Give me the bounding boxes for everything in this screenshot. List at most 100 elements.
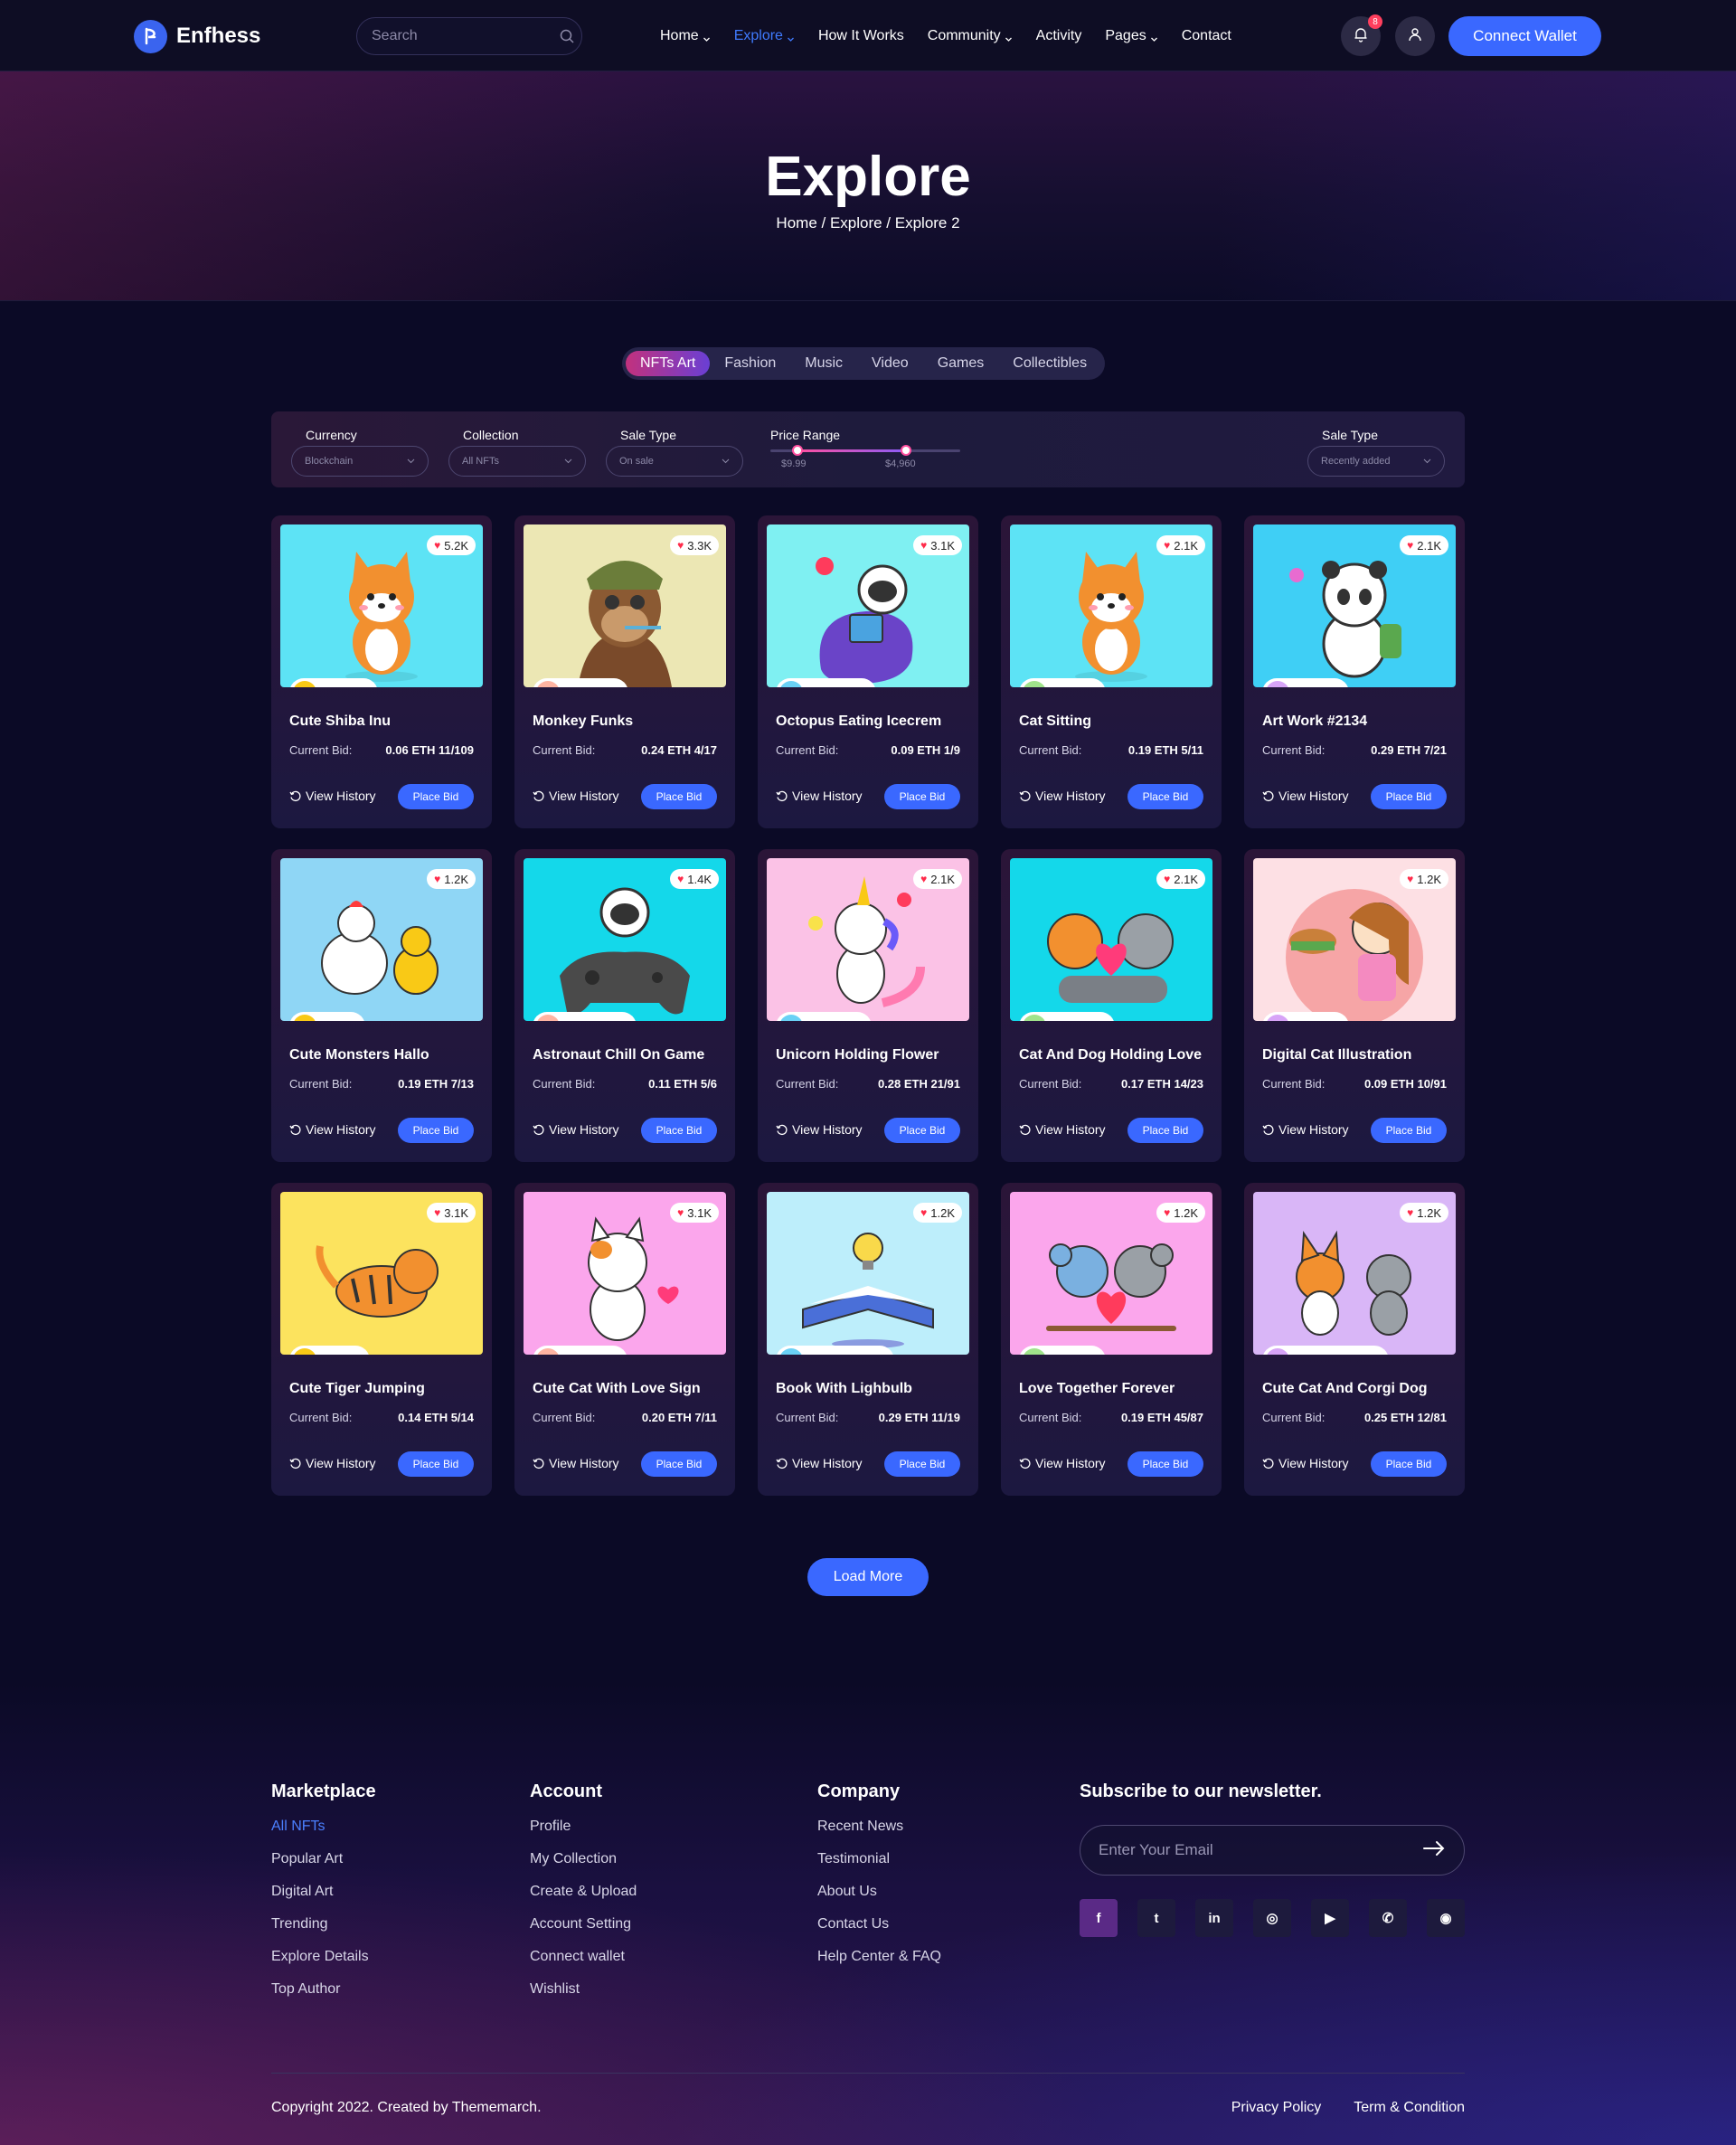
like-badge[interactable]: ♥ 2.1K (913, 869, 962, 889)
footer-link[interactable]: About Us (817, 1884, 941, 1900)
footer-link[interactable]: Popular Art (271, 1851, 376, 1867)
notification-button[interactable]: 8 (1341, 14, 1382, 56)
nft-image[interactable]: ♥1.4K john powell (524, 858, 726, 1021)
price-range-min-handle[interactable] (792, 445, 803, 456)
footer-link[interactable]: Connect wallet (530, 1949, 637, 1965)
tab-games[interactable]: Games (923, 351, 999, 376)
currency-select[interactable]: Blockchain (291, 446, 429, 477)
place-bid-button[interactable]: Place Bid (1371, 1118, 1447, 1143)
nft-title[interactable]: Book With Lighbulb (776, 1381, 912, 1397)
place-bid-button[interactable]: Place Bid (641, 784, 717, 809)
sort-select[interactable]: Recently added (1307, 446, 1445, 477)
footer-link[interactable]: Create & Upload (530, 1884, 637, 1900)
like-badge[interactable]: ♥ 3.1K (913, 535, 962, 555)
owner-chip[interactable]: robert (289, 1012, 365, 1021)
like-badge[interactable]: ♥ 1.2K (913, 1203, 962, 1223)
nft-image[interactable]: ♥1.2K robert (280, 858, 483, 1021)
nft-title[interactable]: Digital Cat Illustration (1262, 1047, 1411, 1063)
place-bid-button[interactable]: Place Bid (398, 1118, 474, 1143)
whatsapp-icon[interactable]: ✆ (1369, 1899, 1407, 1937)
nft-image[interactable]: ♥5.2K gallant j. (280, 524, 483, 687)
footer-link[interactable]: Profile (530, 1819, 637, 1835)
menu-item-explore[interactable]: Explore (734, 28, 795, 44)
footer-link[interactable]: Account Setting (530, 1916, 637, 1932)
view-history-link[interactable]: View History (1019, 1122, 1106, 1137)
privacy-policy-link[interactable]: Privacy Policy (1231, 2100, 1322, 2116)
nft-title[interactable]: Art Work #2134 (1262, 713, 1367, 730)
nft-image[interactable]: ♥1.2K edward prisco (767, 1192, 969, 1355)
menu-item-home[interactable]: Home (660, 28, 711, 44)
place-bid-button[interactable]: Place Bid (884, 784, 960, 809)
nft-image[interactable]: ♥1.2K austin r. (1253, 858, 1456, 1021)
like-badge[interactable]: ♥ 1.2K (1400, 1203, 1448, 1223)
profile-button[interactable] (1395, 16, 1435, 56)
footer-link[interactable]: Explore Details (271, 1949, 376, 1965)
linkedin-icon[interactable]: in (1195, 1899, 1233, 1937)
view-history-link[interactable]: View History (776, 789, 863, 803)
nft-title[interactable]: Cat And Dog Holding Love (1019, 1047, 1202, 1063)
footer-link[interactable]: Wishlist (530, 1981, 637, 1998)
tab-nfts-art[interactable]: NFTs Art (626, 351, 711, 376)
place-bid-button[interactable]: Place Bid (1127, 1451, 1203, 1477)
price-range-max-handle[interactable] (901, 445, 911, 456)
view-history-link[interactable]: View History (1019, 1456, 1106, 1470)
nft-title[interactable]: Love Together Forever (1019, 1381, 1175, 1397)
tab-video[interactable]: Video (857, 351, 923, 376)
owner-chip[interactable]: john powell (533, 1012, 637, 1021)
like-badge[interactable]: ♥ 2.1K (1156, 535, 1205, 555)
owner-chip[interactable]: debit alex (1019, 1012, 1115, 1021)
owner-chip[interactable]: mark j. (289, 1346, 370, 1355)
price-range-slider[interactable] (770, 445, 960, 456)
like-badge[interactable]: ♥ 2.1K (1156, 869, 1205, 889)
place-bid-button[interactable]: Place Bid (1127, 1118, 1203, 1143)
brand-logo[interactable]: Enfhess (134, 19, 260, 53)
nft-title[interactable]: Unicorn Holding Flower (776, 1047, 939, 1063)
search-icon[interactable] (559, 28, 575, 44)
sale-type-select[interactable]: On sale (606, 446, 743, 477)
view-history-link[interactable]: View History (533, 1456, 619, 1470)
nft-image[interactable]: ♥3.1K michael l. (524, 1192, 726, 1355)
nft-title[interactable]: Cute Cat With Love Sign (533, 1381, 701, 1397)
place-bid-button[interactable]: Place Bid (398, 1451, 474, 1477)
connect-wallet-button[interactable]: Connect Wallet (1448, 16, 1601, 56)
nft-image[interactable]: ♥3.1K robert alex (767, 524, 969, 687)
place-bid-button[interactable]: Place Bid (641, 1451, 717, 1477)
view-history-link[interactable]: View History (776, 1456, 863, 1470)
place-bid-button[interactable]: Place Bid (398, 784, 474, 809)
twitter-icon[interactable]: t (1137, 1899, 1175, 1937)
view-history-link[interactable]: View History (533, 789, 619, 803)
like-badge[interactable]: ♥ 1.4K (670, 869, 719, 889)
menu-item-contact[interactable]: Contact (1182, 28, 1231, 44)
newsletter-email-input[interactable] (1099, 1841, 1422, 1859)
collection-select[interactable]: All NFTs (448, 446, 586, 477)
menu-item-how-it-works[interactable]: How It Works (818, 28, 904, 44)
nft-title[interactable]: Monkey Funks (533, 713, 633, 730)
view-history-link[interactable]: View History (289, 789, 376, 803)
view-history-link[interactable]: View History (289, 1456, 376, 1470)
owner-chip[interactable]: debit alex (776, 1012, 872, 1021)
tab-music[interactable]: Music (790, 351, 857, 376)
tab-collectibles[interactable]: Collectibles (998, 351, 1101, 376)
owner-chip[interactable]: edward prisco (776, 1346, 894, 1355)
nft-title[interactable]: Octopus Eating Icecrem (776, 713, 941, 730)
view-history-link[interactable]: View History (533, 1122, 619, 1137)
place-bid-button[interactable]: Place Bid (884, 1118, 960, 1143)
nft-title[interactable]: Astronaut Chill On Game (533, 1047, 704, 1063)
footer-link[interactable]: Contact Us (817, 1916, 941, 1932)
nft-image[interactable]: ♥2.1K johny e. (1010, 524, 1212, 687)
menu-item-activity[interactable]: Activity (1036, 28, 1082, 44)
nft-image[interactable]: ♥3.1K mark j. (280, 1192, 483, 1355)
nft-title[interactable]: Cute Tiger Jumping (289, 1381, 425, 1397)
owner-chip[interactable]: robert alex (776, 678, 877, 687)
like-badge[interactable]: ♥ 1.2K (427, 869, 476, 889)
nft-image[interactable]: ♥3.3K debit alex (524, 524, 726, 687)
like-badge[interactable]: ♥ 3.3K (670, 535, 719, 555)
view-history-link[interactable]: View History (1019, 789, 1106, 803)
footer-link[interactable]: Digital Art (271, 1884, 376, 1900)
terms-link[interactable]: Term & Condition (1354, 2100, 1465, 2116)
place-bid-button[interactable]: Place Bid (1127, 784, 1203, 809)
nft-title[interactable]: Cat Sitting (1019, 713, 1091, 730)
owner-chip[interactable]: austin r. (1262, 1012, 1349, 1021)
footer-link[interactable]: All NFTs (271, 1819, 376, 1835)
like-badge[interactable]: ♥ 3.1K (670, 1203, 719, 1223)
